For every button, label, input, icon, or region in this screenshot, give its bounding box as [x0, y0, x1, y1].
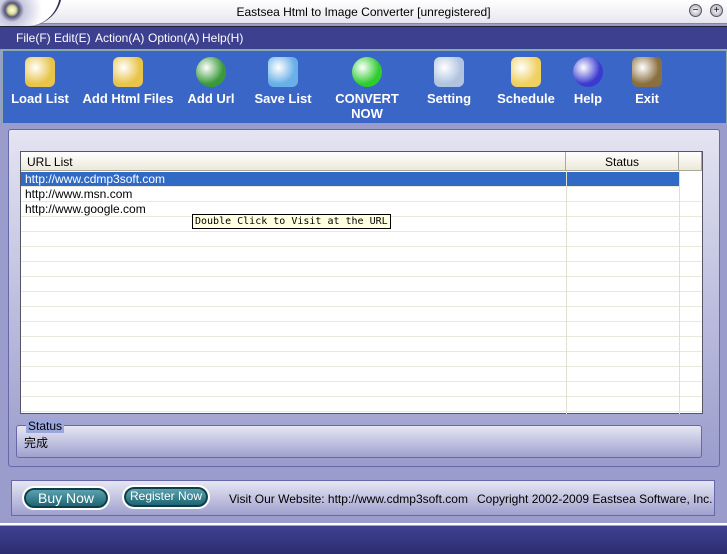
- alarm-clock-icon: [511, 57, 541, 87]
- url-cell: http://www.msn.com: [25, 187, 133, 201]
- table-row[interactable]: [21, 247, 702, 262]
- toolbar-button-exit[interactable]: Exit: [624, 51, 670, 123]
- menu-help[interactable]: Help(H): [202, 31, 243, 45]
- exit-door-icon: [632, 57, 662, 87]
- status-group: [16, 425, 702, 458]
- toolbar-button-label: Help: [573, 91, 603, 106]
- status-label: Status: [26, 419, 65, 433]
- toolbar-button-label: Add Url: [187, 91, 235, 106]
- floppy-disk-icon: [268, 57, 298, 87]
- toolbar-button-label: CONVERT NOW: [335, 91, 399, 121]
- menu-action[interactable]: Action(A): [95, 31, 144, 45]
- help-icon: [573, 57, 603, 87]
- toolbar-button-help[interactable]: Help: [566, 51, 610, 123]
- globe-icon: [196, 57, 226, 87]
- folder-open-icon: [25, 57, 55, 87]
- window-frame-bottom: [0, 523, 727, 554]
- menu-file[interactable]: File(F): [16, 31, 51, 45]
- table-row[interactable]: [21, 292, 702, 307]
- column-header-status[interactable]: Status: [566, 152, 679, 171]
- status-value: 完成: [24, 436, 49, 450]
- table-row[interactable]: [21, 397, 702, 412]
- url-list[interactable]: URL List Status http://www.cdmp3soft.com…: [20, 151, 703, 414]
- toolbar-button-label: Save List: [254, 91, 312, 106]
- toolbar-button-add-html-files[interactable]: Add Html Files: [80, 51, 176, 123]
- column-divider: [566, 171, 567, 414]
- play-arrow-icon: [352, 57, 382, 87]
- minimize-icon[interactable]: −: [689, 4, 702, 17]
- toolbar-button-label: Load List: [11, 91, 69, 106]
- url-cell: http://www.google.com: [25, 202, 146, 216]
- toolbar-button-save-list[interactable]: Save List: [250, 51, 316, 123]
- settings-disc-icon: [434, 57, 464, 87]
- column-header-url[interactable]: URL List: [21, 152, 566, 171]
- toolbar-button-label: Schedule: [497, 91, 555, 106]
- register-now-button[interactable]: Register Now: [122, 485, 210, 509]
- table-row[interactable]: [21, 262, 702, 277]
- column-header-filler: [679, 152, 702, 171]
- toolbar-button-load-list[interactable]: Load List: [4, 51, 76, 123]
- folder-add-icon: [113, 57, 143, 87]
- toolbar-button-setting[interactable]: Setting: [418, 51, 480, 123]
- buy-now-button[interactable]: Buy Now: [22, 486, 110, 510]
- table-row[interactable]: [21, 277, 702, 292]
- website-link[interactable]: Visit Our Website: http://www.cdmp3soft.…: [229, 492, 468, 506]
- toolbar-button-label: Add Html Files: [82, 91, 174, 106]
- column-divider: [679, 171, 680, 414]
- toolbar-button-convert-now[interactable]: CONVERT NOW: [318, 51, 416, 123]
- menu-option[interactable]: Option(A): [148, 31, 199, 45]
- table-row[interactable]: http://www.msn.com: [21, 187, 702, 202]
- maximize-icon[interactable]: +: [710, 4, 723, 17]
- table-row[interactable]: [21, 322, 702, 337]
- tooltip: Double Click to Visit at the URL: [192, 214, 391, 229]
- toolbar-button-label: Setting: [426, 91, 472, 106]
- table-row[interactable]: [21, 352, 702, 367]
- url-cell: http://www.cdmp3soft.com: [25, 172, 166, 186]
- copyright-text: Copyright 2002-2009 Eastsea Software, In…: [477, 492, 713, 506]
- table-row[interactable]: [21, 307, 702, 322]
- table-row[interactable]: [21, 367, 702, 382]
- window-title: Eastsea Html to Image Converter [unregis…: [236, 5, 491, 19]
- table-row[interactable]: [21, 232, 702, 247]
- toolbar-button-add-url[interactable]: Add Url: [182, 51, 240, 123]
- menu-edit[interactable]: Edit(E): [54, 31, 91, 45]
- toolbar-button-label: Exit: [635, 91, 659, 106]
- table-row[interactable]: [21, 382, 702, 397]
- table-row[interactable]: [21, 337, 702, 352]
- table-row[interactable]: http://www.cdmp3soft.com: [21, 172, 679, 187]
- toolbar-button-schedule[interactable]: Schedule: [490, 51, 562, 123]
